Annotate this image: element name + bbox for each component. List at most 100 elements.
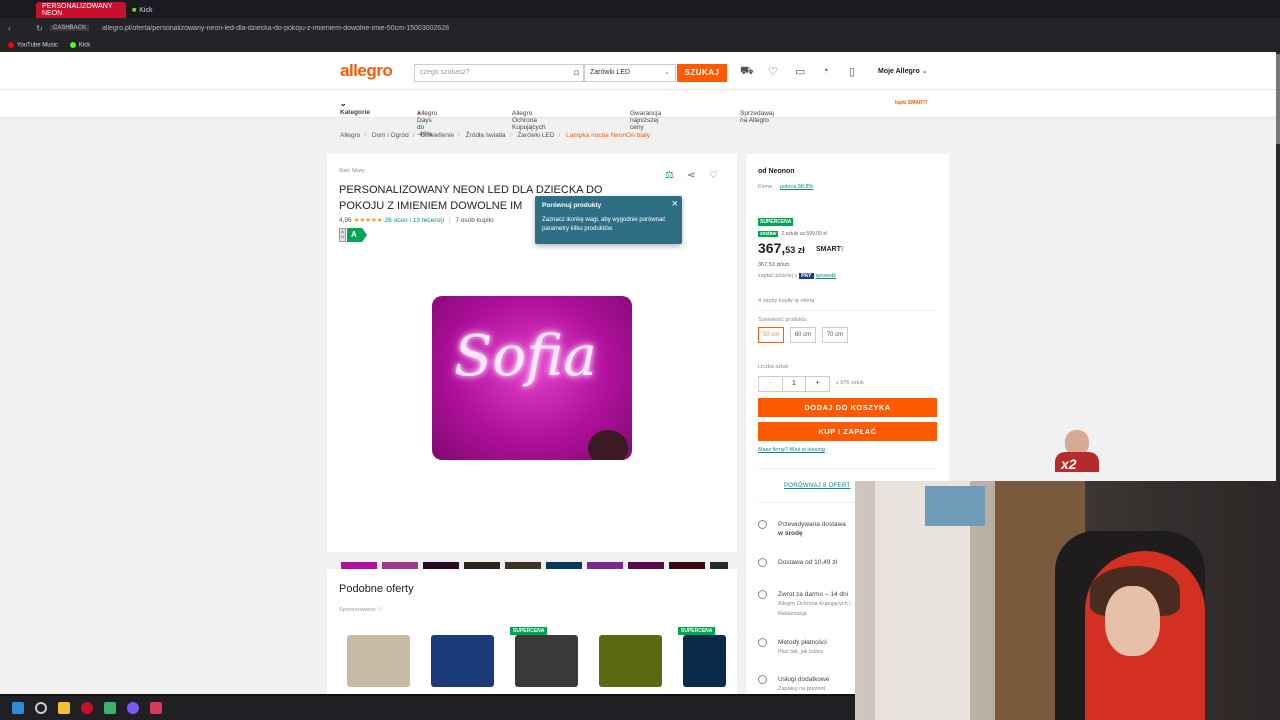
share-icon[interactable]: ⋖: [687, 170, 695, 181]
qty-minus-button[interactable]: −: [759, 377, 782, 391]
breadcrumb-item[interactable]: Dom i Ogród: [372, 132, 409, 139]
price-main: 367,: [758, 240, 786, 256]
unit-price: 367,53 zł/szt.: [758, 262, 791, 268]
tab-title: Kick: [139, 6, 153, 14]
price: 367,53 zł: [758, 240, 805, 256]
gift-icon: [758, 675, 767, 684]
tab-kick[interactable]: ■ Kick: [126, 2, 158, 18]
size-option-50[interactable]: 50 cm: [758, 327, 784, 343]
bookmark-label: YouTube Music: [17, 42, 58, 49]
energy-label[interactable]: AG A: [339, 228, 369, 242]
category-select[interactable]: Żarówki LED ⌄: [584, 64, 676, 82]
stock-info: z 976 sztuk: [836, 380, 864, 386]
sponsored-label: Sponsorowane ⓘ: [339, 607, 383, 613]
add-to-cart-button[interactable]: DODAJ DO KOSZYKA: [758, 398, 937, 417]
account-menu[interactable]: Moje Allegro ⌄: [878, 67, 928, 75]
search-input[interactable]: czego szukasz? ◘: [414, 64, 584, 82]
similar-offers: Podobne oferty Sponsorowane ⓘ SUPERCENA …: [327, 569, 737, 694]
pay-check-link[interactable]: sprawdź: [816, 273, 836, 279]
qty-plus-button[interactable]: +: [806, 377, 829, 391]
heart-icon[interactable]: ♡: [768, 65, 778, 78]
divider: [758, 468, 936, 469]
tab-allegro[interactable]: PERSONALIZOWANY NEON: [36, 2, 126, 18]
bundle-badge: zestaw: [758, 231, 779, 237]
app-icon[interactable]: [104, 702, 116, 714]
compare-tooltip: Porównuj produkty Zaznacz ikonkę wagi, a…: [535, 196, 682, 244]
energy-grade: A: [347, 228, 367, 242]
breadcrumb-item[interactable]: Źródła światła: [466, 132, 506, 139]
seller-rating: Firma poleca 98,8%: [758, 184, 813, 190]
messages-icon[interactable]: ▭: [795, 65, 805, 78]
discord-icon[interactable]: [127, 702, 139, 714]
bookmark-youtube-music[interactable]: YouTube Music: [8, 41, 58, 49]
similar-item-image[interactable]: [347, 635, 410, 687]
search-icon[interactable]: [35, 702, 47, 714]
bell-icon[interactable]: ◔: [822, 65, 829, 77]
heart-icon[interactable]: ♡: [709, 170, 718, 181]
cart-icon[interactable]: ▯: [849, 65, 855, 78]
opera-icon[interactable]: [81, 702, 93, 714]
price-decimals: 53: [785, 245, 796, 255]
bought-info: 4 osoby kupiły tę ofertę: [758, 298, 815, 304]
poleca-link[interactable]: poleca 98,8%: [780, 184, 813, 190]
url-field[interactable]: allegro.pl/oferta/personalizowany-neon-l…: [102, 25, 1280, 32]
info-text: Dostawa od 10,49 zł: [778, 559, 837, 566]
info-text: Przewidywana dostawa: [778, 521, 846, 528]
similar-item-image[interactable]: [683, 635, 726, 687]
app-icon[interactable]: [150, 702, 162, 714]
bookmark-kick[interactable]: Kick: [69, 41, 90, 48]
similar-item-image[interactable]: [599, 635, 662, 687]
supercena-badge: SUPERCENA: [758, 218, 794, 226]
category-value: Żarówki LED: [590, 69, 631, 76]
buy-now-button[interactable]: KUP I ZAPŁAĆ: [758, 422, 937, 441]
smart-link[interactable]: bądź SMART!: [895, 100, 927, 106]
close-icon[interactable]: ×: [672, 198, 678, 210]
youtube-music-icon: [8, 41, 14, 48]
multiplier-label: x2: [1061, 456, 1077, 472]
info-sub: Zapakuj na prezent: [778, 686, 826, 692]
nav-item-label: Gwarancja najniższej ceny: [630, 110, 662, 131]
bundle-offer[interactable]: zestaw 2 sztuki za 599,00 zł: [758, 231, 827, 237]
pay-later: zapłać później z PAY sprawdź: [758, 273, 836, 279]
reviews-link[interactable]: 26 ocen i 13 recenzji: [384, 217, 444, 224]
reload-icon[interactable]: ↻: [36, 24, 43, 33]
firma-label: Firma: [758, 184, 773, 190]
search-button[interactable]: SZUKAJ: [677, 64, 727, 82]
qty-input[interactable]: 1: [781, 377, 807, 391]
windows-start-icon[interactable]: [12, 702, 24, 714]
size-option-60[interactable]: 60 cm: [790, 327, 816, 343]
camera-icon[interactable]: ◘: [574, 68, 579, 77]
allegro-logo[interactable]: allegro: [340, 61, 393, 81]
similar-item-image[interactable]: [431, 635, 494, 687]
similar-item-image[interactable]: [515, 635, 578, 687]
taskbar: [0, 696, 855, 720]
leasing-link[interactable]: Masz firmę? Weź w leasing: [758, 447, 825, 453]
categories-label: Kategorie: [340, 109, 370, 116]
seller-name[interactable]: od Neonon: [758, 168, 795, 175]
rating-row: 4,96 ★★★★★ 26 ocen i 13 recenzji | 7 osó…: [339, 217, 494, 224]
size-option-70[interactable]: 70 cm: [822, 327, 848, 343]
breadcrumb: Allegro / Dom i Ogród / Oświetlenie / Źródł…: [340, 132, 650, 139]
wallet-icon: [758, 638, 767, 647]
return-icon: [758, 590, 767, 599]
nav-item-label: Sprzedawaj na Allegro: [740, 110, 774, 124]
breadcrumb-item[interactable]: Allegro: [340, 132, 360, 139]
window-controls[interactable]: [0, 2, 36, 18]
supercena-badge: SUPERCENA: [510, 627, 548, 635]
bought-count: 7 osób kupiło: [455, 217, 494, 224]
delivery-icon[interactable]: ⛟: [740, 65, 754, 79]
smart-icon: !: [840, 246, 844, 253]
breadcrumb-item[interactable]: Żarówki LED: [517, 132, 554, 139]
bundle-text: 2 sztuki za 599,00 zł: [781, 231, 827, 237]
clock-icon: [758, 520, 767, 529]
stars-icon: ★★★★★: [353, 217, 383, 224]
similar-title: Podobne oferty: [339, 583, 414, 595]
back-icon[interactable]: ‹: [8, 24, 11, 33]
compare-scale-icon[interactable]: ⚖: [665, 170, 674, 181]
categories-menu[interactable]: Kategorie ⌄: [340, 99, 370, 116]
folder-icon[interactable]: [58, 702, 70, 714]
breadcrumb-item[interactable]: Oświetlenie: [420, 132, 454, 139]
product-main-image[interactable]: Sofia: [432, 296, 632, 460]
cashback-badge[interactable]: CASHBACK: [50, 25, 90, 31]
compare-offers-link[interactable]: PORÓWNAJ 8 OFERT: [784, 483, 850, 489]
